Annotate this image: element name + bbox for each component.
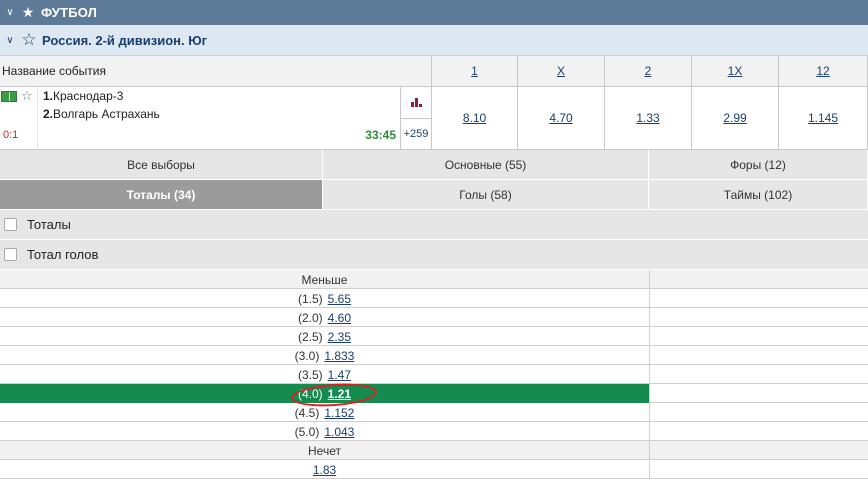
tab-all[interactable]: Все выборы: [0, 150, 323, 180]
team-1[interactable]: 1.Краснодар-3: [43, 89, 123, 103]
more-markets-button[interactable]: +259: [401, 119, 432, 150]
total-row: (5.0) 1.043: [0, 422, 868, 441]
group-label: Тоталы: [27, 217, 71, 232]
tab-goals[interactable]: Голы (58): [323, 180, 649, 210]
total-odd[interactable]: 5.65: [328, 292, 351, 306]
total-odd[interactable]: 4.60: [328, 311, 351, 325]
odd-x[interactable]: 4.70: [518, 87, 605, 150]
total-row: (4.5) 1.152: [0, 403, 868, 422]
total-cell[interactable]: (4.5) 1.152: [0, 403, 650, 422]
total-row-highlighted: (4.0) 1.21: [0, 384, 868, 403]
league-header[interactable]: ∨ ☆ Россия. 2-й дивизион. Юг: [0, 25, 868, 56]
bar-chart-icon: [410, 98, 422, 107]
match-timer: 33:45: [365, 128, 396, 142]
total-odd[interactable]: 2.35: [328, 330, 351, 344]
total-odd[interactable]: 1.21: [328, 387, 351, 401]
total-row: (3.5) 1.47: [0, 365, 868, 384]
team-2-name: Волгарь Астрахань: [53, 107, 160, 121]
statistics-button[interactable]: [401, 87, 432, 119]
group-checkbox[interactable]: [4, 218, 17, 231]
tab-totals[interactable]: Тоталы (34): [0, 180, 323, 210]
under-header: Меньше: [0, 270, 868, 289]
odd-even-odd[interactable]: 1.83: [313, 463, 336, 477]
total-odd[interactable]: 1.833: [324, 349, 354, 363]
odd-12[interactable]: 1.145: [779, 87, 868, 150]
total-param: (3.5): [297, 367, 323, 382]
odd-even-cell[interactable]: 1.83: [0, 460, 650, 479]
total-row: (1.5) 5.65: [0, 289, 868, 308]
odd-label: Нечет: [0, 441, 650, 460]
event-teams[interactable]: 1.Краснодар-3 2.Волгарь Астрахань 33:45: [37, 87, 401, 150]
total-param: (5.0): [294, 424, 320, 439]
total-row: (3.0) 1.833: [0, 346, 868, 365]
group-total-goals[interactable]: Тотал голов: [0, 240, 868, 270]
odd-even-header: Нечет: [0, 441, 868, 460]
column-header-12[interactable]: 12: [779, 56, 868, 87]
column-header-1x[interactable]: 1X: [692, 56, 779, 87]
column-header-1[interactable]: 1: [432, 56, 518, 87]
team-1-name: Краснодар-3: [53, 89, 124, 103]
odd-1[interactable]: 8.10: [432, 87, 518, 150]
sport-header[interactable]: ∨ ★ ФУТБОЛ: [0, 0, 868, 25]
league-title: Россия. 2-й дивизион. Юг: [42, 32, 208, 48]
total-param: (2.0): [297, 310, 323, 325]
total-odd[interactable]: 1.152: [324, 406, 354, 420]
event-name-header: Название события: [0, 56, 432, 87]
total-cell[interactable]: (3.5) 1.47: [0, 365, 650, 384]
total-cell[interactable]: (5.0) 1.043: [0, 422, 650, 441]
tab-main[interactable]: Основные (55): [323, 150, 649, 180]
live-field-icon: [1, 91, 17, 102]
star-outline-icon[interactable]: ☆: [18, 30, 40, 50]
team-2[interactable]: 2.Волгарь Астрахань: [43, 107, 160, 121]
total-cell[interactable]: (2.5) 2.35: [0, 327, 650, 346]
total-param: (3.0): [294, 348, 320, 363]
total-row: (2.5) 2.35: [0, 327, 868, 346]
group-checkbox[interactable]: [4, 248, 17, 261]
sport-title: ФУТБОЛ: [41, 5, 98, 20]
star-icon[interactable]: ★: [18, 4, 38, 21]
under-label: Меньше: [0, 270, 650, 289]
total-cell[interactable]: (3.0) 1.833: [0, 346, 650, 365]
total-param: (2.5): [297, 329, 323, 344]
total-cell[interactable]: (4.0) 1.21: [0, 384, 650, 403]
total-odd[interactable]: 1.47: [328, 368, 351, 382]
column-header-2[interactable]: 2: [605, 56, 692, 87]
chevron-down-icon[interactable]: ∨: [2, 7, 18, 18]
market-tabs-row-1: Все выборы Основные (55) Форы (12): [0, 150, 868, 180]
total-odd[interactable]: 1.043: [324, 425, 354, 439]
star-outline-icon[interactable]: ☆: [21, 88, 33, 104]
odd-even-row: 1.83: [0, 460, 868, 479]
total-row: (2.0) 4.60: [0, 308, 868, 327]
odd-1x[interactable]: 2.99: [692, 87, 779, 150]
total-cell[interactable]: (1.5) 5.65: [0, 289, 650, 308]
event-info: ☆ 1.Краснодар-3 2.Волгарь Астрахань 33:4…: [0, 87, 401, 150]
team-2-number: 2.: [43, 107, 54, 121]
total-param: (4.5): [294, 405, 320, 420]
group-totals[interactable]: Тоталы: [0, 210, 868, 240]
chevron-down-icon[interactable]: ∨: [2, 35, 18, 46]
total-param: (1.5): [297, 291, 323, 306]
odd-2[interactable]: 1.33: [605, 87, 692, 150]
match-score: 0:1: [3, 129, 19, 141]
team-1-number: 1.: [43, 89, 54, 103]
market-tabs-row-2: Тоталы (34) Голы (58) Таймы (102): [0, 180, 868, 210]
column-header-x[interactable]: X: [518, 56, 605, 87]
total-cell[interactable]: (2.0) 4.60: [0, 308, 650, 327]
group-label: Тотал голов: [27, 247, 99, 262]
tab-handicaps[interactable]: Форы (12): [649, 150, 868, 180]
tab-halves[interactable]: Таймы (102): [649, 180, 868, 210]
total-param: (4.0): [297, 386, 323, 401]
